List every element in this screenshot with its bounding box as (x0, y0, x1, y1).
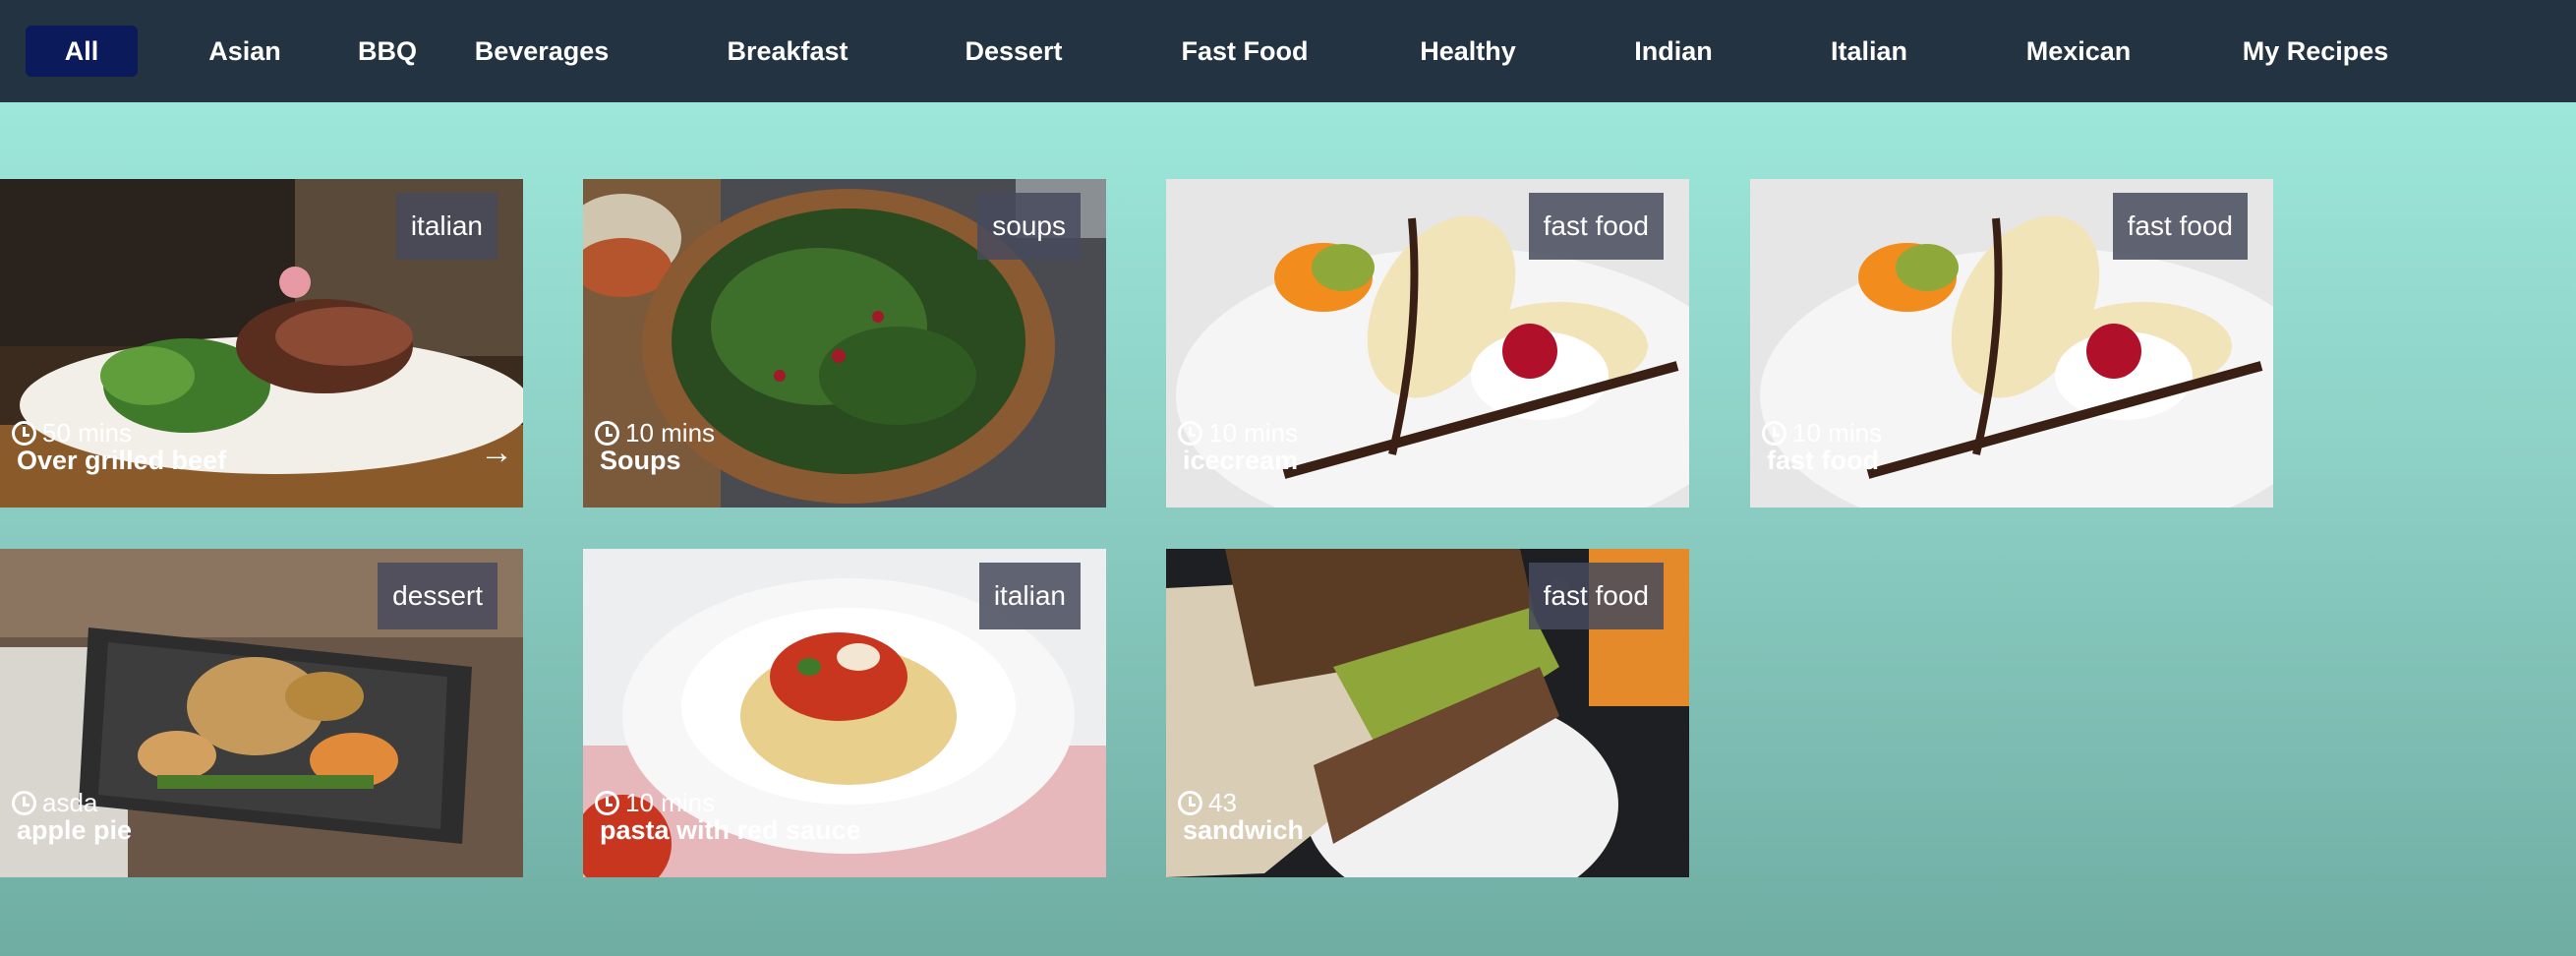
recipe-card[interactable]: soups 10 mins Soups (583, 179, 1106, 508)
recipe-card[interactable]: fast food 10 mins fast food (1750, 179, 2273, 508)
nav-item-mexican[interactable]: Mexican (2026, 26, 2132, 77)
category-tag: fast food (1528, 193, 1664, 260)
cook-time: asda (12, 788, 97, 818)
category-tag: fast food (2112, 193, 2248, 260)
clock-icon (12, 791, 36, 815)
nav-item-dessert[interactable]: Dessert (965, 26, 1062, 77)
category-nav: All Asian BBQ Beverages Breakfast Desser… (0, 0, 2576, 102)
category-tag: italian (978, 563, 1081, 629)
recipe-name: icecream (1183, 446, 1299, 475)
cook-time-value: 10 mins (625, 788, 716, 817)
cook-time: 10 mins (1178, 418, 1298, 448)
cook-time: 43 (1178, 788, 1237, 818)
cook-time-value: asda (42, 788, 98, 817)
recipe-card[interactable]: italian 50 mins Over grilled beef → (0, 179, 523, 508)
clock-icon (1762, 421, 1786, 446)
nav-item-all[interactable]: All (26, 26, 138, 77)
cook-time: 10 mins (595, 788, 715, 818)
category-tag: dessert (378, 563, 498, 629)
clock-icon (12, 421, 36, 446)
nav-item-indian[interactable]: Indian (1634, 26, 1713, 77)
nav-item-fast-food[interactable]: Fast Food (1182, 26, 1309, 77)
recipe-name: sandwich (1183, 815, 1305, 845)
cook-time: 50 mins (12, 418, 132, 448)
nav-item-beverages[interactable]: Beverages (475, 26, 610, 77)
recipe-card[interactable]: fast food 43 sandwich (1166, 549, 1689, 877)
recipe-name: pasta with red sauce (600, 815, 861, 845)
clock-icon (1178, 421, 1202, 446)
nav-item-bbq[interactable]: BBQ (358, 26, 417, 77)
recipe-card[interactable]: fast food 10 mins icecream (1166, 179, 1689, 508)
nav-item-breakfast[interactable]: Breakfast (727, 26, 848, 77)
nav-item-my-recipes[interactable]: My Recipes (2243, 26, 2389, 77)
category-tag: fast food (1528, 563, 1664, 629)
clock-icon (595, 421, 619, 446)
nav-item-italian[interactable]: Italian (1831, 26, 1907, 77)
clock-icon (595, 791, 619, 815)
nav-item-healthy[interactable]: Healthy (1420, 26, 1516, 77)
recipe-card[interactable]: italian 10 mins pasta with red sauce (583, 549, 1106, 877)
cook-time: 10 mins (595, 418, 715, 448)
cook-time-value: 50 mins (42, 418, 133, 448)
cook-time-value: 43 (1208, 788, 1237, 817)
clock-icon (1178, 791, 1202, 815)
cook-time-value: 10 mins (625, 418, 716, 448)
recipe-name: Over grilled beef (17, 446, 227, 475)
cook-time: 10 mins (1762, 418, 1882, 448)
recipe-name: fast food (1767, 446, 1879, 475)
category-tag: soups (977, 193, 1081, 260)
cook-time-value: 10 mins (1208, 418, 1299, 448)
cook-time-value: 10 mins (1792, 418, 1883, 448)
recipe-name: Soups (600, 446, 681, 475)
nav-item-asian[interactable]: Asian (208, 26, 281, 77)
category-tag: italian (395, 193, 498, 260)
recipe-card[interactable]: dessert asda apple pie (0, 549, 523, 877)
arrow-right-icon[interactable]: → (480, 434, 513, 472)
recipe-name: apple pie (17, 815, 133, 845)
